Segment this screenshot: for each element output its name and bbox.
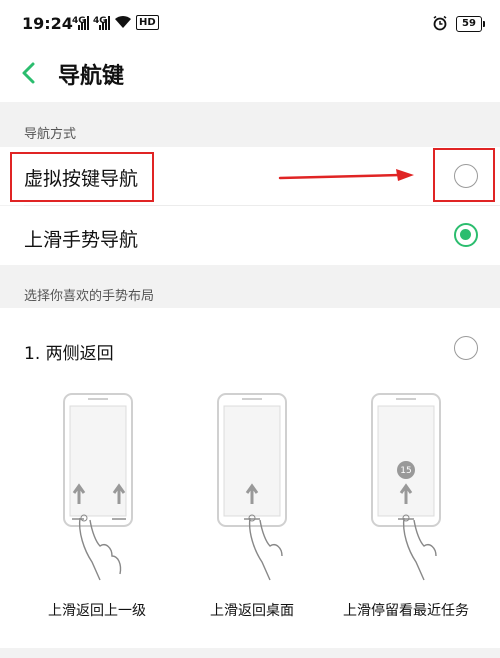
option-gesture-navigation[interactable]: 上滑手势导航 [0, 206, 500, 265]
battery-icon: 59 [456, 16, 485, 32]
annotation-box-radio [433, 148, 495, 202]
illustration-swipe-back-icon [63, 393, 133, 581]
option-label: 1. 两侧返回 [24, 344, 114, 364]
signal-icon [78, 15, 90, 30]
caption-swipe-home: 上滑返回桌面 [210, 603, 294, 619]
recent-tasks-badge: 15 [400, 466, 412, 476]
section-label-navigation-method: 导航方式 [24, 127, 77, 142]
annotation-arrow-icon [278, 169, 414, 181]
illustration-swipe-home-icon [217, 393, 287, 581]
annotation-box-label [10, 152, 154, 202]
option-label: 上滑手势导航 [24, 229, 139, 251]
radio-button-gesture-navigation[interactable] [454, 223, 478, 247]
chevron-left-icon[interactable] [16, 60, 42, 86]
illustration-recent-tasks-icon [371, 393, 441, 581]
status-time: 19:24 [22, 14, 73, 33]
caption-recent-tasks: 上滑停留看最近任务 [343, 603, 469, 619]
signal-icon [99, 15, 111, 30]
hd-icon: HD [136, 15, 159, 30]
radio-button-both-sides-back[interactable] [454, 336, 478, 360]
app-header: 导航键 [0, 50, 500, 102]
caption-swipe-back: 上滑返回上一级 [48, 603, 146, 619]
page-title: 导航键 [58, 64, 125, 89]
alarm-icon [433, 15, 447, 31]
wifi-icon [115, 15, 131, 28]
bottom-edge [0, 648, 500, 658]
status-bar: 19:24 4G 4G HD 59 [0, 0, 500, 50]
section-label-gesture-layout: 选择你喜欢的手势布局 [24, 289, 155, 304]
